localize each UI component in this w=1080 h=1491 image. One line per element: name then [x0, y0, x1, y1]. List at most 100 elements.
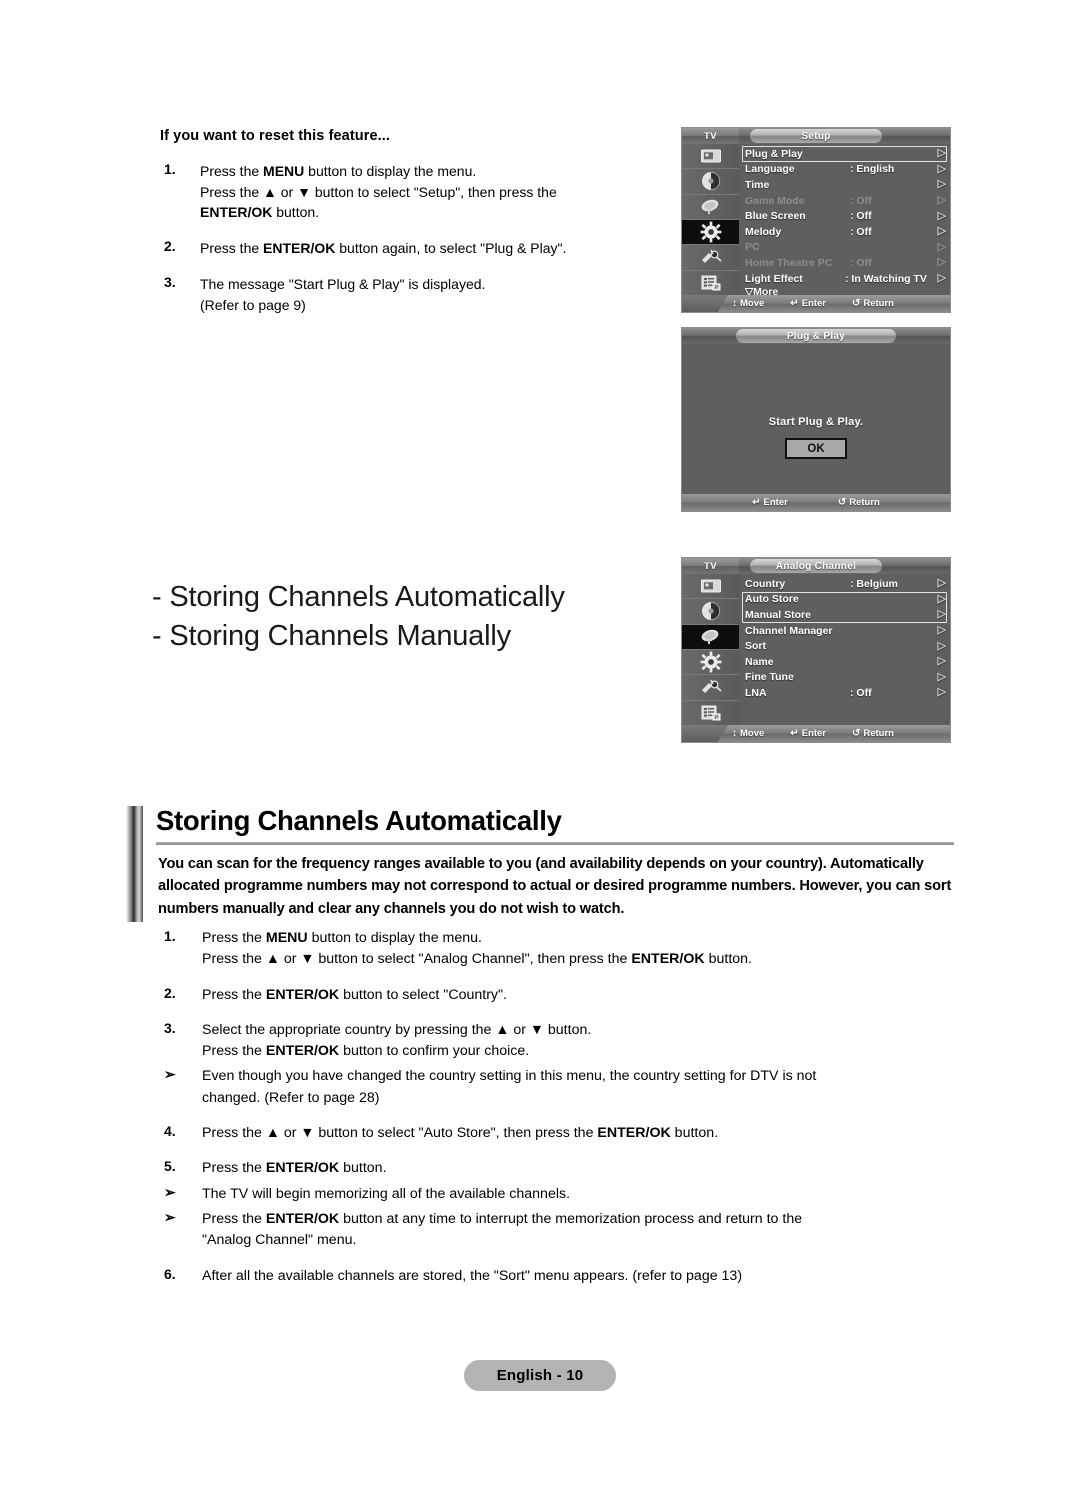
main-step-marker: ➢	[164, 1208, 176, 1225]
section-accent-bar	[126, 806, 143, 922]
move-glyph-icon: ↕	[732, 298, 737, 309]
osd-menu-row[interactable]: Blue Screen: Off ▷	[739, 208, 950, 224]
osd-analog-footer: ↕ Move ↵ Enter ↺ Return	[682, 725, 950, 742]
enter-glyph-icon: ↵	[790, 728, 799, 739]
chevron-right-icon: ▷	[937, 624, 946, 637]
osd-sidebar-cell[interactable]	[682, 245, 739, 271]
osd-sidebar-cell[interactable]	[682, 624, 739, 650]
osd-pnp-footer: ↵ Enter ↺ Return	[682, 494, 950, 511]
osd-menu-row-value: : Belgium	[850, 577, 898, 590]
osd-pnp-titlebar: Plug & Play	[682, 328, 950, 344]
osd-sidebar-cell[interactable]	[682, 195, 739, 220]
osd-footer-hint-label: Return	[863, 298, 894, 309]
osd-menu-row[interactable]: Game Mode: Off ▷	[739, 193, 950, 209]
osd-menu-row-label: Light Effect	[745, 272, 803, 285]
main-step: ➢ Press the ENTER/OK button at any time t…	[160, 1209, 960, 1252]
osd-setup-item-list[interactable]: Plug & Play ▷ Language: English ▷ Time ▷ Game …	[739, 144, 950, 298]
osd-sidebar-cell[interactable]: P	[682, 271, 739, 295]
osd-menu-row-label: Home Theatre PC	[745, 256, 833, 269]
setup-gear-icon	[700, 221, 722, 243]
osd-setup-sidebar[interactable]: P	[682, 144, 739, 295]
reset-step-marker: 3.	[164, 273, 176, 290]
chevron-right-icon: ▷	[937, 686, 946, 699]
osd-menu-row[interactable]: Sort ▷	[739, 638, 950, 654]
osd-footer-hint: ↵ Enter	[752, 497, 788, 508]
osd-sidebar-cell[interactable]	[682, 574, 739, 600]
manual-page: If you want to reset this feature... 1. P…	[0, 0, 1080, 1491]
return-glyph-icon: ↺	[837, 497, 847, 508]
osd-menu-row[interactable]: LNA: Off ▷	[739, 685, 950, 701]
main-step: 1. Press the MENU button to display the m…	[160, 928, 960, 971]
osd-sidebar-cell[interactable]	[682, 169, 739, 195]
osd-analog-titlebar: TV Analog Channel	[682, 558, 950, 574]
osd-analog-item-list[interactable]: Country: Belgium ▷ Auto Store ▷ Manual Store…	[739, 574, 950, 725]
osd-menu-row[interactable]: Country: Belgium ▷	[739, 576, 950, 592]
osd-menu-row[interactable]: Time ▷	[739, 177, 950, 193]
osd-menu-row-value: : Off	[850, 194, 872, 207]
chevron-right-icon: ▷	[937, 639, 946, 652]
setup-gear-icon	[700, 651, 722, 673]
osd-sidebar-cell[interactable]	[682, 650, 739, 676]
chevron-right-icon: ▷	[937, 162, 946, 175]
chevron-right-icon: ▷	[937, 225, 946, 238]
reset-step: 1. Press the MENU button to display the m…	[160, 161, 660, 223]
osd-sidebar-cell[interactable]	[682, 219, 739, 246]
osd-menu-row-value: : Off	[850, 686, 872, 699]
osd-menu-row[interactable]: Light Effect: In Watching TV ▷	[739, 271, 950, 287]
osd-sidebar-cell[interactable]	[682, 599, 739, 625]
main-step-text: After all the available channels are sto…	[202, 1267, 743, 1284]
osd-sidebar-cell[interactable]: P	[682, 701, 739, 725]
osd-menu-row[interactable]: Melody: Off ▷	[739, 224, 950, 240]
osd-pnp-title: Plug & Play	[736, 329, 896, 343]
chevron-right-icon: ▷	[937, 608, 946, 621]
chevron-right-icon: ▷	[937, 655, 946, 668]
osd-menu-row[interactable]: Plug & Play ▷	[739, 146, 950, 162]
osd-analog-channel-menu: TV Analog Channel P Country: Belgium ▷ Aut…	[681, 557, 951, 743]
osd-sidebar-cell[interactable]	[682, 144, 739, 170]
osd-menu-row-value: : Off	[850, 256, 872, 269]
osd-pnp-ok-button[interactable]: OK	[785, 438, 847, 459]
picture-icon	[700, 578, 722, 594]
osd-menu-row-label: Fine Tune	[745, 671, 794, 684]
main-step-text: Press the ▲ or ▼ button to select "Auto …	[202, 1125, 719, 1142]
sound-icon	[701, 171, 721, 191]
main-step-text: Press the MENU button to display the men…	[202, 930, 752, 968]
main-step-marker: ➢	[164, 1183, 176, 1200]
channel-dish-icon	[699, 198, 723, 216]
main-step: ➢ The TV will begin memorizing all of the…	[160, 1184, 960, 1205]
return-glyph-icon: ↺	[851, 298, 861, 309]
osd-menu-row[interactable]: Channel Manager ▷	[739, 623, 950, 639]
osd-menu-row[interactable]: Manual Store ▷	[739, 607, 950, 623]
osd-analog-title: Analog Channel	[750, 559, 882, 573]
main-step-marker: 6.	[164, 1265, 176, 1282]
osd-menu-row-label: Country	[745, 577, 786, 590]
main-step-marker: 4.	[164, 1123, 176, 1140]
osd-plug-play-dialog: Plug & Play Start Plug & Play. OK ↵ Enter…	[681, 327, 951, 512]
osd-setup-tv-tag: TV	[682, 128, 739, 144]
osd-menu-row-label: Sort	[745, 640, 766, 653]
osd-menu-row[interactable]: Home Theatre PC: Off ▷	[739, 255, 950, 271]
osd-sidebar-cell[interactable]	[682, 675, 739, 701]
osd-footer-hint: ↺ Return	[838, 497, 880, 508]
reset-step-text: The message "Start Plug & Play" is displ…	[200, 275, 486, 313]
chevron-right-icon: ▷	[937, 272, 946, 285]
osd-menu-row-label: PC	[745, 241, 760, 254]
chevron-right-icon: ▷	[937, 670, 946, 683]
osd-analog-sidebar[interactable]: P	[682, 574, 739, 725]
osd-menu-row-label: Auto Store	[745, 593, 799, 606]
osd-menu-row[interactable]: Auto Store ▷	[739, 592, 950, 608]
reset-steps-list: 1. Press the MENU button to display the m…	[160, 161, 660, 315]
osd-menu-row[interactable]: Fine Tune ▷	[739, 670, 950, 686]
osd-footer-hint-label: Enter	[801, 298, 826, 309]
chevron-right-icon: ▷	[937, 178, 946, 191]
osd-menu-row[interactable]: Name ▷	[739, 654, 950, 670]
osd-setup-footer: ↕ Move ↵ Enter ↺ Return	[682, 295, 950, 312]
chevron-right-icon: ▷	[937, 194, 946, 207]
osd-footer-hint-label: Return	[849, 497, 880, 508]
chapter-subheadings: - Storing Channels Automatically - Stori…	[152, 578, 565, 656]
osd-menu-row-label: Melody	[745, 225, 782, 238]
main-step: 3. Select the appropriate country by pres…	[160, 1020, 960, 1063]
picture-icon	[700, 148, 722, 164]
osd-menu-row[interactable]: Language: English ▷	[739, 162, 950, 178]
osd-menu-row[interactable]: PC ▷	[739, 240, 950, 256]
